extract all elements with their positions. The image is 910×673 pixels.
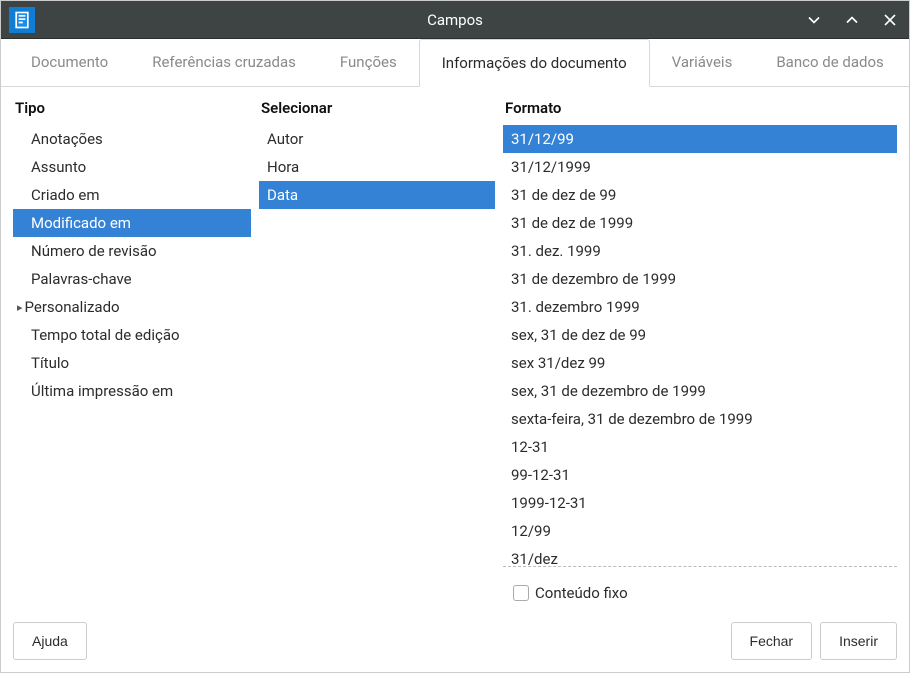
- list-item[interactable]: 12-31: [503, 433, 897, 461]
- formato-panel: Formato 31/12/99 31/12/1999 31 de dez de…: [503, 95, 897, 610]
- list-item[interactable]: Tempo total de edição: [13, 321, 251, 349]
- maximize-button[interactable]: [833, 1, 871, 38]
- list-item[interactable]: Hora: [259, 153, 495, 181]
- tipo-list: Anotações Assunto Criado em Modificado e…: [13, 125, 251, 610]
- list-item[interactable]: 31. dezembro 1999: [503, 293, 897, 321]
- panels-container: Tipo Anotações Assunto Criado em Modific…: [1, 87, 909, 614]
- list-item[interactable]: 31 de dezembro de 1999: [503, 265, 897, 293]
- list-item[interactable]: Palavras-chave: [13, 265, 251, 293]
- tab-bar: Documento Referências cruzadas Funções I…: [1, 39, 909, 87]
- list-item[interactable]: 31. dez. 1999: [503, 237, 897, 265]
- dialog-window: Campos Documento Referências cruzad: [0, 0, 910, 673]
- insert-button[interactable]: Inserir: [820, 622, 897, 660]
- list-item[interactable]: Criado em: [13, 181, 251, 209]
- list-item[interactable]: 31/dez: [503, 545, 897, 567]
- list-item[interactable]: Título: [13, 349, 251, 377]
- list-item[interactable]: 31 de dez de 99: [503, 181, 897, 209]
- list-item[interactable]: Anotações: [13, 125, 251, 153]
- list-item[interactable]: Assunto: [13, 153, 251, 181]
- tab-variaveis[interactable]: Variáveis: [650, 39, 755, 86]
- minimize-button[interactable]: [795, 1, 833, 38]
- list-item[interactable]: ▸ Personalizado: [13, 293, 251, 321]
- list-item[interactable]: sexta-feira, 31 de dezembro de 1999: [503, 405, 897, 433]
- tab-informacoes-documento[interactable]: Informações do documento: [419, 39, 650, 87]
- list-item[interactable]: 31/12/99: [503, 125, 897, 153]
- tab-documento[interactable]: Documento: [9, 39, 130, 86]
- list-item-label: Personalizado: [25, 298, 120, 316]
- window-controls: [795, 1, 909, 38]
- dialog-title: Campos: [427, 11, 483, 29]
- conteudo-fixo-label[interactable]: Conteúdo fixo: [535, 584, 628, 602]
- list-item[interactable]: Modificado em: [13, 209, 251, 237]
- checkbox-row: Conteúdo fixo: [503, 574, 897, 610]
- titlebar: Campos: [1, 1, 909, 39]
- list-item[interactable]: sex 31/dez 99: [503, 349, 897, 377]
- list-item[interactable]: sex, 31 de dezembro de 1999: [503, 377, 897, 405]
- tab-funcoes[interactable]: Funções: [318, 39, 419, 86]
- list-item[interactable]: 12/99: [503, 517, 897, 545]
- list-item[interactable]: 1999-12-31: [503, 489, 897, 517]
- list-item[interactable]: Número de revisão: [13, 237, 251, 265]
- list-item[interactable]: 31/12/1999: [503, 153, 897, 181]
- help-button[interactable]: Ajuda: [13, 622, 87, 660]
- tab-referencias-cruzadas[interactable]: Referências cruzadas: [130, 39, 318, 86]
- tipo-header: Tipo: [13, 95, 251, 125]
- list-item[interactable]: Data: [259, 181, 495, 209]
- selecionar-panel: Selecionar Autor Hora Data: [259, 95, 495, 610]
- close-window-button[interactable]: [871, 1, 909, 38]
- list-item[interactable]: sex, 31 de dez de 99: [503, 321, 897, 349]
- selecionar-list: Autor Hora Data: [259, 125, 495, 610]
- dialog-content: Tipo Anotações Assunto Criado em Modific…: [1, 87, 909, 672]
- list-item[interactable]: 31 de dez de 1999: [503, 209, 897, 237]
- selecionar-header: Selecionar: [259, 95, 495, 125]
- list-item[interactable]: Última impressão em: [13, 377, 251, 405]
- formato-header: Formato: [503, 95, 897, 125]
- expand-icon: ▸: [17, 301, 23, 314]
- list-item[interactable]: Autor: [259, 125, 495, 153]
- formato-list: 31/12/99 31/12/1999 31 de dez de 99 31 d…: [503, 125, 897, 567]
- app-icon: [9, 7, 35, 33]
- list-item[interactable]: 99-12-31: [503, 461, 897, 489]
- button-bar: Ajuda Fechar Inserir: [1, 614, 909, 672]
- tipo-panel: Tipo Anotações Assunto Criado em Modific…: [13, 95, 251, 610]
- close-button[interactable]: Fechar: [731, 622, 813, 660]
- conteudo-fixo-checkbox[interactable]: [513, 585, 529, 601]
- tab-banco-de-dados[interactable]: Banco de dados: [754, 39, 905, 86]
